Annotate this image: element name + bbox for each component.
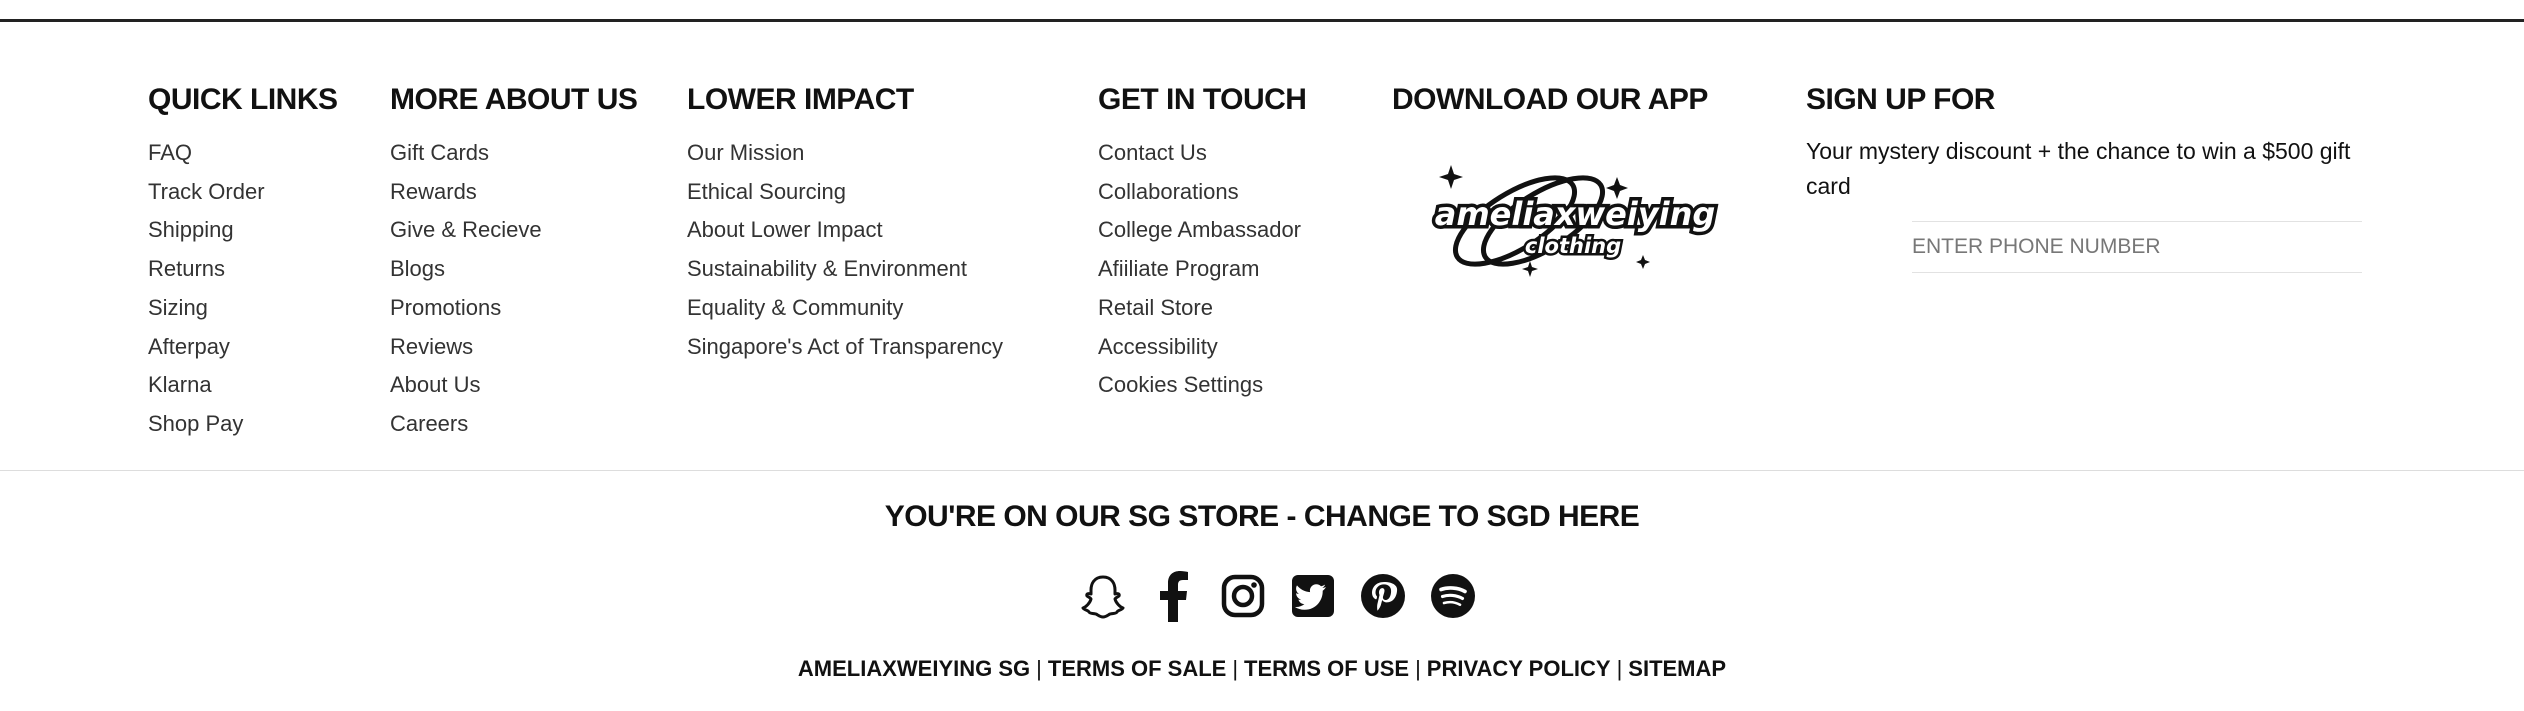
footer-link-careers[interactable]: Careers — [390, 405, 637, 444]
instagram-icon[interactable] — [1218, 568, 1268, 624]
legal-link-terms-of-sale[interactable]: TERMS OF SALE — [1048, 656, 1226, 681]
footer-link-retail-store[interactable]: Retail Store — [1098, 289, 1306, 328]
column-heading: QUICK LINKS — [148, 83, 338, 116]
footer-link-sustainability[interactable]: Sustainability & Environment — [687, 250, 1003, 289]
footer-link-contact-us[interactable]: Contact Us — [1098, 134, 1306, 173]
snapchat-icon[interactable] — [1078, 568, 1128, 624]
legal-link-sitemap[interactable]: SITEMAP — [1628, 656, 1726, 681]
footer-column-quick-links: QUICK LINKS FAQ Track Order Shipping Ret… — [148, 80, 338, 444]
column-heading: GET IN TOUCH — [1098, 83, 1307, 116]
footer-column-get-in-touch: GET IN TOUCH Contact Us Collaborations C… — [1098, 80, 1307, 405]
column-heading: SIGN UP FOR — [1806, 83, 1995, 116]
footer-link-shop-pay[interactable]: Shop Pay — [148, 405, 338, 444]
footer-link-returns[interactable]: Returns — [148, 250, 338, 289]
footer-link-promotions[interactable]: Promotions — [390, 289, 637, 328]
app-logo-subtext: clothing — [1525, 234, 1621, 258]
app-logo[interactable]: ameliaxweiying clothing — [1415, 155, 1725, 287]
footer-link-faq[interactable]: FAQ — [148, 134, 338, 173]
footer-link-reviews[interactable]: Reviews — [390, 328, 637, 367]
footer-link-shipping[interactable]: Shipping — [148, 211, 338, 250]
column-heading: DOWNLOAD OUR APP — [1392, 83, 1708, 116]
facebook-icon[interactable] — [1148, 568, 1198, 624]
legal-separator: | — [1232, 656, 1239, 681]
twitter-icon[interactable] — [1288, 568, 1338, 624]
footer-link-cookies-settings[interactable]: Cookies Settings — [1098, 366, 1306, 405]
footer-link-rewards[interactable]: Rewards — [390, 173, 637, 212]
legal-separator: | — [1036, 656, 1042, 681]
legal-separator: | — [1415, 656, 1421, 681]
legal-separator: | — [1616, 656, 1623, 681]
footer-link-accessibility[interactable]: Accessibility — [1098, 328, 1306, 367]
legal-links: AMELIAXWEIYING SG | TERMS OF SALE | TERMS OF… — [0, 656, 2524, 682]
footer-link-track-order[interactable]: Track Order — [148, 173, 338, 212]
footer-link-college-ambassador[interactable]: College Ambassador — [1098, 211, 1306, 250]
footer-link-about-lower-impact[interactable]: About Lower Impact — [687, 211, 1003, 250]
social-links — [1078, 568, 1478, 624]
legal-link-terms-of-use[interactable]: TERMS OF USE — [1244, 656, 1409, 681]
footer-link-ethical-sourcing[interactable]: Ethical Sourcing — [687, 173, 1003, 212]
footer-link-klarna[interactable]: Klarna — [148, 366, 338, 405]
footer-link-equality[interactable]: Equality & Community — [687, 289, 1003, 328]
legal-link-privacy-policy[interactable]: PRIVACY POLICY — [1427, 656, 1611, 681]
footer-link-gift-cards[interactable]: Gift Cards — [390, 134, 637, 173]
top-divider — [0, 19, 2524, 22]
footer-column-signup: SIGN UP FOR Your mystery discount + the … — [1806, 80, 2386, 273]
column-heading: LOWER IMPACT — [687, 83, 914, 116]
footer-link-sizing[interactable]: Sizing — [148, 289, 338, 328]
footer-link-our-mission[interactable]: Our Mission — [687, 134, 1003, 173]
footer-column-lower-impact: LOWER IMPACT Our Mission Ethical Sourcin… — [687, 80, 1003, 366]
footer-link-affiliate-program[interactable]: Afiiliate Program — [1098, 250, 1306, 289]
spotify-icon[interactable] — [1428, 568, 1478, 624]
footer-link-about-us[interactable]: About Us — [390, 366, 637, 405]
signup-description: Your mystery discount + the chance to wi… — [1806, 138, 2351, 199]
footer-link-transparency-act[interactable]: Singapore's Act of Transparency — [687, 328, 1003, 367]
footer-column-download-app: DOWNLOAD OUR APP — [1392, 80, 1708, 134]
app-logo-wordmark: ameliaxweiying — [1435, 195, 1716, 233]
pinterest-icon[interactable] — [1358, 568, 1408, 624]
phone-number-input[interactable] — [1912, 221, 2362, 273]
legal-link-store-name[interactable]: AMELIAXWEIYING SG — [798, 656, 1030, 681]
store-region-link[interactable]: YOU'RE ON OUR SG STORE - CHANGE TO SGD H… — [0, 500, 2524, 534]
footer-column-more-about-us: MORE ABOUT US Gift Cards Rewards Give & … — [390, 80, 638, 444]
column-heading: MORE ABOUT US — [390, 83, 638, 116]
footer-link-blogs[interactable]: Blogs — [390, 250, 637, 289]
footer-link-afterpay[interactable]: Afterpay — [148, 328, 338, 367]
footer-link-collaborations[interactable]: Collaborations — [1098, 173, 1306, 212]
section-divider — [0, 470, 2524, 471]
footer-link-give-and-recieve[interactable]: Give & Recieve — [390, 211, 637, 250]
